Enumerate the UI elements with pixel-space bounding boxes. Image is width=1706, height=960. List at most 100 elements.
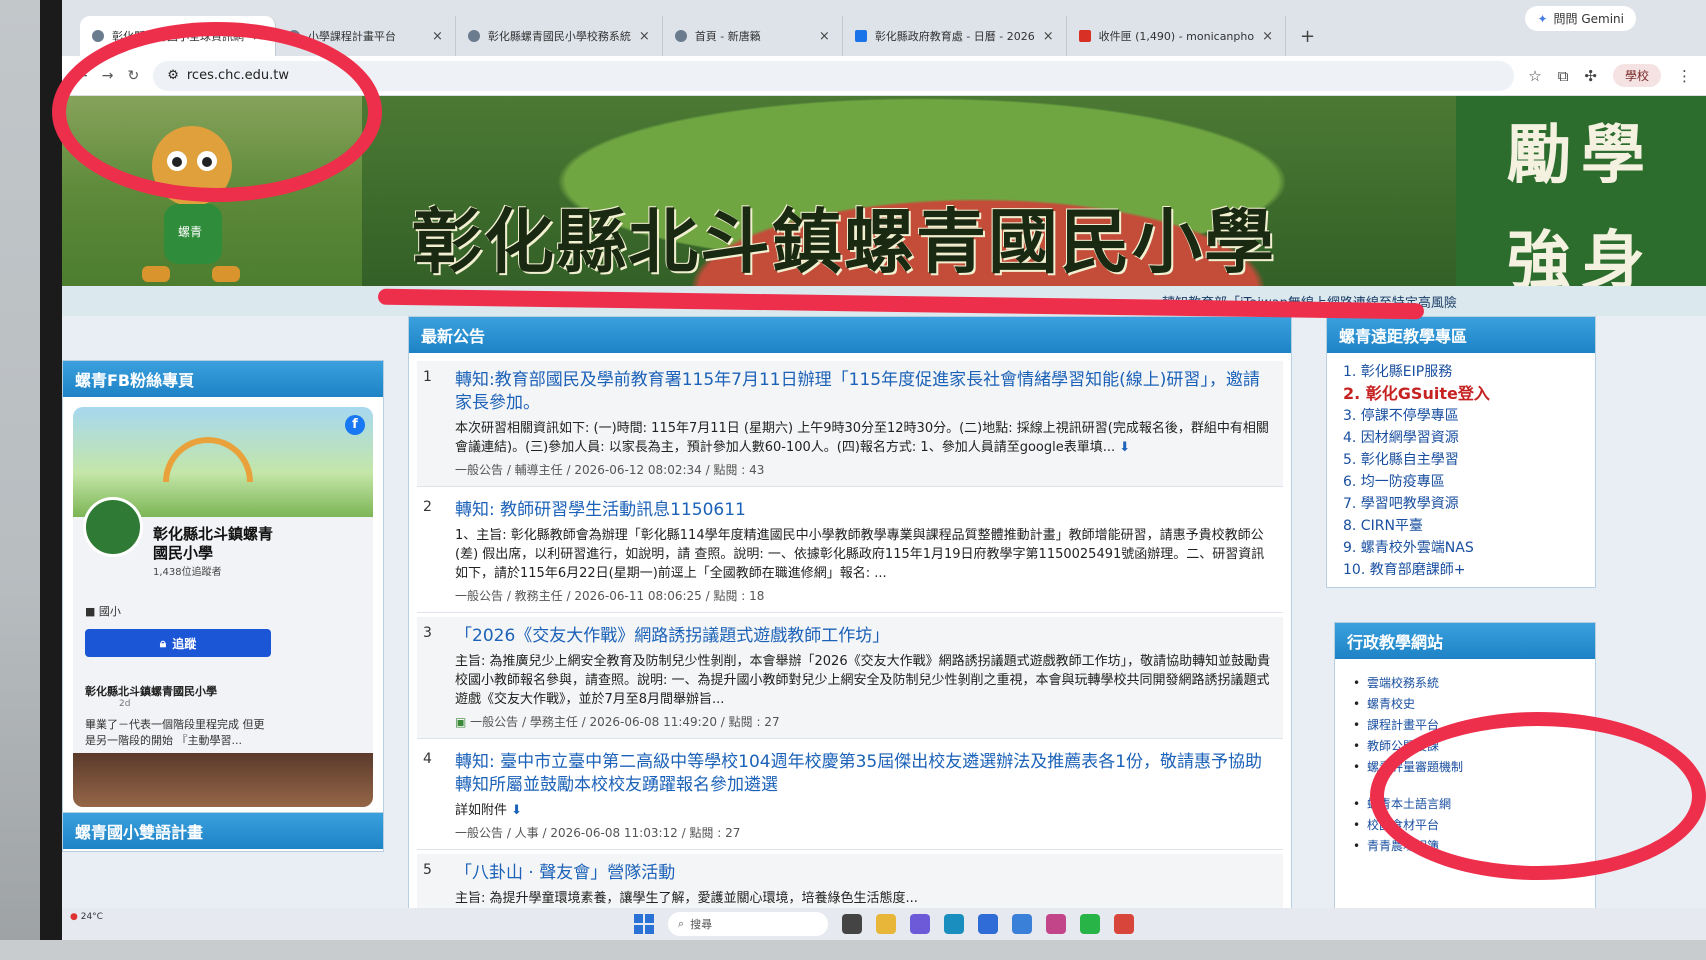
line-icon[interactable] bbox=[1080, 914, 1100, 934]
fb-category-label: 國小 bbox=[98, 605, 121, 618]
remote-link[interactable]: 8. CIRN平臺 bbox=[1343, 515, 1579, 537]
remote-link[interactable]: 10. 教育部磨課師+ bbox=[1343, 559, 1579, 581]
bookmark-star-icon[interactable]: ☆ bbox=[1528, 67, 1541, 85]
admin-link[interactable]: 教師公開授課 bbox=[1353, 736, 1577, 757]
forward-icon[interactable]: → bbox=[102, 68, 114, 84]
close-icon[interactable]: × bbox=[819, 29, 830, 44]
panel-heading: 螺青遠距教學專區 bbox=[1327, 317, 1595, 353]
store-icon[interactable] bbox=[978, 914, 998, 934]
announcement-link[interactable]: 「八卦山 · 聲友會」營隊活動 bbox=[455, 862, 1271, 885]
remote-link[interactable]: 9. 螺青校外雲端NAS bbox=[1343, 537, 1579, 559]
tab-bar: 彰化縣螺青國小全球資訊網 × 小學課程計畫平台 × 彰化縣螺青國民小學校務系統 … bbox=[62, 0, 1706, 56]
admin-link[interactable]: 雲端校務系統 bbox=[1353, 673, 1577, 694]
tab-school-portal[interactable]: 彰化縣螺青國小全球資訊網 × bbox=[80, 16, 276, 56]
remote-link[interactable]: 7. 學習吧教學資源 bbox=[1343, 493, 1579, 515]
download-icon[interactable]: ⬇ bbox=[1119, 440, 1130, 455]
edge-icon[interactable] bbox=[944, 914, 964, 934]
close-icon[interactable]: × bbox=[1043, 29, 1054, 44]
post-image[interactable] bbox=[73, 753, 373, 807]
puzzle-icon[interactable]: ✣ bbox=[1584, 67, 1597, 85]
reload-icon[interactable]: ↻ bbox=[127, 68, 139, 84]
announcement-link[interactable]: 「2026《交友大作戰》網路誘拐議題式遊戲教師工作坊」 bbox=[455, 625, 1271, 648]
fb-page-card[interactable]: f 彰化縣北斗鎮螺青國民小學 1,438位追蹤者 ■ 國小 🔒︎ 追蹤 彰化縣北… bbox=[73, 407, 373, 807]
item-number: 1 bbox=[423, 369, 432, 385]
announcement-summary: 本次研習相關資訊如下: (一)時間: 115年7月11日 (星期六) 上午9時3… bbox=[455, 419, 1271, 457]
site-info-icon[interactable]: ⚙ bbox=[167, 68, 179, 83]
address-bar: ← → ↻ ⚙ rces.chc.edu.tw ☆ ⧉ ✣ 學校 ⋮ bbox=[62, 56, 1706, 96]
sparkle-icon: ✦ bbox=[1537, 11, 1548, 26]
extension-icon[interactable]: ⧉ bbox=[1558, 67, 1569, 85]
admin-link[interactable]: 校園食材平台 bbox=[1353, 815, 1577, 836]
search-icon: ⌕ bbox=[678, 917, 685, 930]
desk-edge bbox=[0, 940, 1706, 960]
item-number: 2 bbox=[423, 499, 432, 515]
taskbar-search[interactable]: ⌕ 搜尋 bbox=[668, 912, 828, 936]
admin-link[interactable]: 螺青校史 bbox=[1353, 694, 1577, 715]
tab-homepage[interactable]: 首頁 - 新唐籟 × bbox=[663, 16, 843, 56]
news-marquee[interactable]: 轉知教育部「iTaiwan無線上網路連線至特定高風險 bbox=[62, 286, 1706, 316]
gmail-icon bbox=[1078, 30, 1091, 42]
search-placeholder: 搜尋 bbox=[690, 918, 713, 931]
remote-link-list: 1. 彰化縣EIP服務 2. 彰化GSuite登入 3. 停課不停學專區 4. … bbox=[1327, 353, 1595, 589]
tab-label: 彰化縣政府教育處 - 日曆 - 2026 bbox=[874, 30, 1035, 43]
post-author[interactable]: 彰化縣北斗鎮螺青國民小學 bbox=[85, 683, 217, 699]
announcement-link[interactable]: 轉知:教育部國民及學前教育署115年7月11日辦理「115年度促進家長社會情緒學… bbox=[455, 369, 1271, 415]
copilot-icon[interactable] bbox=[910, 914, 930, 934]
app-icon[interactable] bbox=[1012, 914, 1032, 934]
back-icon[interactable]: ← bbox=[76, 68, 88, 84]
announcement-link[interactable]: 轉知: 教師研習學生活動訊息1150611 bbox=[455, 499, 1271, 522]
favicon-icon bbox=[287, 30, 300, 42]
announcement-link[interactable]: 轉知: 臺中市立臺中第二高級中等學校104週年校慶第35屆傑出校友遴選辦法及推薦… bbox=[455, 751, 1271, 797]
remote-link[interactable]: 3. 停課不停學專區 bbox=[1343, 405, 1579, 427]
file-explorer-icon[interactable] bbox=[876, 914, 896, 934]
url-field[interactable]: ⚙ rces.chc.edu.tw bbox=[153, 60, 1515, 91]
task-view-icon[interactable] bbox=[842, 914, 862, 934]
fb-page-name[interactable]: 彰化縣北斗鎮螺青國民小學 bbox=[153, 525, 273, 563]
admin-link-list: 雲端校務系統 螺青校史 課程計畫平台 教師公開授課 螺青評量審題機制 螺青本土語… bbox=[1335, 659, 1595, 871]
close-icon[interactable]: × bbox=[639, 29, 650, 44]
tab-gmail[interactable]: 收件匣 (1,490) - monicanpho × bbox=[1067, 16, 1286, 56]
follow-button[interactable]: 🔒︎ 追蹤 bbox=[85, 629, 271, 657]
gemini-label: 問問 Gemini bbox=[1553, 12, 1624, 26]
tab-calendar[interactable]: 彰化縣政府教育處 - 日曆 - 2026 × bbox=[843, 16, 1067, 56]
close-icon[interactable]: × bbox=[1262, 29, 1273, 44]
school-title: 彰化縣北斗鎮螺青國民小學 bbox=[412, 200, 1276, 283]
close-icon[interactable]: × bbox=[252, 29, 263, 44]
tab-school-affairs[interactable]: 彰化縣螺青國民小學校務系統 × bbox=[456, 16, 663, 56]
weather-widget[interactable]: ● 24°C bbox=[70, 912, 103, 922]
admin-link[interactable]: 課程計畫平台 bbox=[1353, 715, 1577, 736]
gemini-button[interactable]: ✦ 問問 Gemini bbox=[1525, 6, 1636, 31]
start-menu-icon[interactable] bbox=[634, 914, 654, 934]
motto-line: 勵學 bbox=[1507, 118, 1655, 193]
remote-link-gsuite[interactable]: 2. 彰化GSuite登入 bbox=[1343, 383, 1579, 405]
tab-label: 收件匣 (1,490) - monicanpho bbox=[1098, 30, 1255, 43]
download-icon[interactable]: ⬇ bbox=[511, 803, 522, 818]
remote-link[interactable]: 1. 彰化縣EIP服務 bbox=[1343, 361, 1579, 383]
tab-label: 小學課程計畫平台 bbox=[307, 30, 396, 43]
profile-button[interactable]: 學校 bbox=[1612, 64, 1661, 87]
tab-curriculum[interactable]: 小學課程計畫平台 × bbox=[276, 16, 456, 56]
meta-text: 一般公告 / 學務主任 / 2026-06-08 11:49:20 / 點閱 :… bbox=[470, 715, 780, 729]
announcement-meta: 一般公告 / 教務主任 / 2026-06-11 08:06:25 / 點閱 :… bbox=[455, 589, 765, 603]
remote-link[interactable]: 5. 彰化縣自主學習 bbox=[1343, 449, 1579, 471]
admin-link[interactable]: 螺青評量審題機制 bbox=[1353, 757, 1577, 778]
weather-temp: 24°C bbox=[80, 912, 103, 922]
new-tab-button[interactable]: + bbox=[1286, 16, 1329, 56]
facebook-icon: f bbox=[345, 415, 365, 435]
summary-text: 詳如附件 bbox=[455, 803, 508, 818]
admin-link[interactable]: 螺青本土語言網 bbox=[1353, 794, 1577, 815]
announcements-panel: 最新公告 1 轉知:教育部國民及學前教育署115年7月11日辦理「115年度促進… bbox=[408, 316, 1292, 917]
admin-link[interactable]: 青青農場相簿 bbox=[1353, 836, 1577, 857]
fb-followers: 1,438位追蹤者 bbox=[153, 567, 222, 578]
browser-screen: 彰化縣螺青國小全球資訊網 × 小學課程計畫平台 × 彰化縣螺青國民小學校務系統 … bbox=[62, 0, 1706, 940]
menu-icon[interactable]: ⋮ bbox=[1677, 67, 1692, 85]
instagram-icon[interactable] bbox=[1046, 914, 1066, 934]
chrome-icon[interactable] bbox=[1114, 914, 1134, 934]
list-item: 1 轉知:教育部國民及學前教育署115年7月11日辦理「115年度促進家長社會情… bbox=[417, 361, 1283, 487]
remote-link[interactable]: 4. 因材網學習資源 bbox=[1343, 427, 1579, 449]
remote-link[interactable]: 6. 均一防疫專區 bbox=[1343, 471, 1579, 493]
close-icon[interactable]: × bbox=[432, 29, 443, 44]
site-banner: 螺青 彰化縣北斗鎮螺青國民小學 勵學 強身 bbox=[62, 96, 1706, 310]
fb-panel: 螺青FB粉絲專頁 f 彰化縣北斗鎮螺青國民小學 1,438位追蹤者 ■ 國小 🔒… bbox=[62, 360, 384, 820]
announcement-summary: 主旨: 為提升學童環境素養，讓學生了解，愛護並關心環境，培養綠色生活態度... bbox=[455, 891, 918, 906]
